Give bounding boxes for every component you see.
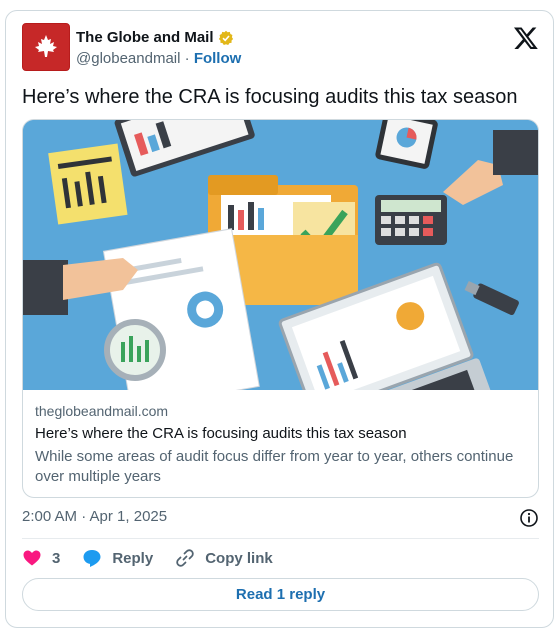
info-icon[interactable]: [519, 508, 539, 528]
divider: [22, 538, 539, 539]
reply-label: Reply: [112, 549, 154, 567]
link-title: Here’s where the CRA is focusing audits …: [35, 425, 407, 442]
heart-icon: [23, 550, 41, 566]
post-header: The Globe and Mail @globeandmail · Follo…: [22, 23, 539, 73]
post-meta: 2:00 AM · Apr 1, 2025: [22, 508, 539, 528]
post-text: Here’s where the CRA is focusing audits …: [22, 86, 518, 108]
author-handle[interactable]: @globeandmail: [76, 50, 180, 67]
copy-link-button[interactable]: Copy link: [175, 548, 273, 568]
maple-leaf-icon: [35, 35, 57, 57]
verified-badge-icon: [218, 30, 233, 45]
like-count: 3: [52, 549, 61, 567]
embedded-post-card: The Globe and Mail @globeandmail · Follo…: [5, 10, 554, 628]
author-handle-row: @globeandmail · Follow: [76, 50, 241, 67]
reply-icon: [83, 550, 101, 567]
avatar[interactable]: [22, 23, 70, 71]
link-preview-card[interactable]: theglobeandmail.com Here’s where the CRA…: [22, 119, 539, 498]
handle-separator: ·: [184, 50, 190, 67]
link-domain: theglobeandmail.com: [35, 403, 169, 419]
x-logo-icon[interactable]: [513, 25, 539, 51]
post-actions: 3 Reply Copy link: [22, 546, 295, 570]
link-description: While some areas of audit focus differ f…: [35, 448, 514, 485]
reply-button[interactable]: Reply: [82, 548, 153, 568]
author-name-row: The Globe and Mail: [76, 29, 234, 46]
read-replies-button[interactable]: Read 1 reply: [22, 578, 539, 611]
copy-link-icon: [176, 549, 194, 567]
author-name[interactable]: The Globe and Mail: [76, 29, 214, 46]
article-illustration: [23, 120, 538, 390]
copy-link-label: Copy link: [205, 549, 273, 567]
post-timestamp[interactable]: 2:00 AM · Apr 1, 2025: [22, 508, 167, 525]
like-button[interactable]: 3: [22, 548, 60, 568]
follow-button[interactable]: Follow: [194, 50, 242, 67]
